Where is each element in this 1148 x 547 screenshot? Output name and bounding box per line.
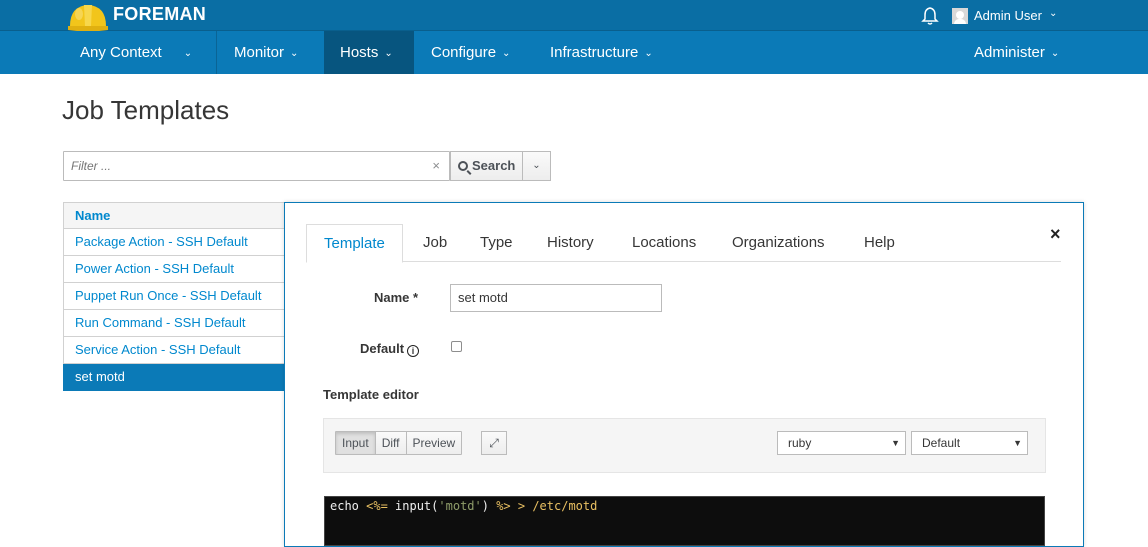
nav-divider (216, 31, 217, 74)
search-filter: × (63, 151, 450, 181)
info-icon[interactable]: i (407, 345, 420, 357)
table-row[interactable]: Power Action - SSH Default (63, 256, 285, 283)
nav-any-context-label: Any Context (80, 44, 162, 61)
syntax-mode-value: ruby (788, 436, 812, 450)
chevron-down-icon: ⌄ (183, 48, 193, 59)
user-avatar[interactable] (952, 8, 968, 24)
nav-configure-label: Configure (431, 44, 497, 61)
tab-organizations[interactable]: Organizations (715, 224, 842, 262)
table-row[interactable]: Puppet Run Once - SSH Default (63, 283, 285, 310)
brand-name[interactable]: FOREMAN (113, 4, 206, 25)
code-erb-close-tag: %> (496, 499, 511, 513)
fullscreen-expand-icon[interactable]: ⤢ (481, 431, 507, 455)
dropdown-arrow-icon: ▼ (891, 438, 900, 448)
foreman-helmet-logo-icon[interactable] (66, 0, 110, 34)
nav-administer[interactable]: Administer ⌄ (974, 31, 1059, 74)
name-label: Name * (374, 290, 419, 305)
chevron-down-icon: ⌄ (290, 48, 299, 59)
template-editor-label: Template editor (323, 387, 419, 402)
nav-any-context[interactable]: Any Context ⌄ (80, 31, 192, 74)
table-row-selected[interactable]: set motd (63, 364, 285, 391)
search-input[interactable] (64, 152, 404, 180)
main-nav: Any Context ⌄ Monitor ⌄ Hosts ⌄ Configure ⌄ … (0, 31, 1148, 74)
nav-monitor-label: Monitor (234, 44, 285, 61)
column-header-name[interactable]: Name (63, 202, 285, 229)
tab-history[interactable]: History (530, 224, 611, 262)
search-button-label: Search (472, 158, 516, 173)
editor-theme-value: Default (922, 436, 961, 450)
editor-tabs: Template Job Type History Locations Orga… (306, 224, 1061, 263)
template-name-input[interactable]: set motd (450, 284, 662, 312)
table-row[interactable]: Service Action - SSH Default (63, 337, 285, 364)
tab-job[interactable]: Job (406, 224, 464, 262)
nav-infrastructure[interactable]: Infrastructure ⌄ (550, 31, 653, 74)
page-title: Job Templates (62, 95, 230, 125)
tab-template[interactable]: Template (306, 224, 403, 263)
preview-mode-button[interactable]: Preview (406, 432, 462, 454)
code-text: input( (387, 499, 439, 513)
nav-administer-label: Administer (974, 44, 1045, 61)
chevron-down-icon: ⌄ (1050, 48, 1060, 59)
dropdown-arrow-icon: ▼ (1013, 438, 1022, 448)
search-icon (458, 161, 468, 171)
nav-infrastructure-label: Infrastructure (550, 44, 639, 61)
default-checkbox[interactable] (451, 341, 462, 352)
code-erb-open-tag: <%= (366, 499, 388, 513)
code-editor[interactable]: echo <%= input('motd') %> > /etc/motd (324, 496, 1045, 546)
table-row[interactable]: Package Action - SSH Default (63, 229, 285, 256)
default-label-text: Default (360, 341, 405, 356)
default-label: Default i (360, 341, 420, 357)
user-menu-name[interactable]: Admin User (974, 8, 1042, 23)
nav-configure[interactable]: Configure ⌄ (431, 31, 510, 74)
code-text: ) (481, 499, 497, 513)
search-bookmarks-dropdown[interactable]: ⌄ (522, 151, 551, 181)
chevron-down-icon: ⌄ (532, 160, 541, 171)
user-menu-chevron-down-icon[interactable]: ⌄ (1049, 8, 1057, 19)
editor-mode-buttons: Input Diff Preview (335, 431, 463, 455)
input-mode-button[interactable]: Input (336, 432, 376, 454)
code-text: > /etc/motd (510, 499, 598, 513)
code-text: echo (330, 499, 367, 513)
code-string: 'motd' (438, 499, 482, 513)
tab-type[interactable]: Type (463, 224, 530, 262)
chevron-down-icon: ⌄ (384, 48, 393, 59)
editor-theme-select[interactable]: Default ▼ (911, 431, 1028, 455)
tab-help[interactable]: Help (847, 224, 912, 262)
diff-mode-button[interactable]: Diff (375, 432, 407, 454)
table-row[interactable]: Run Command - SSH Default (63, 310, 285, 337)
notifications-bell-icon[interactable] (920, 6, 940, 26)
search-button[interactable]: Search (450, 151, 523, 181)
clear-search-icon[interactable]: × (432, 158, 440, 173)
chevron-down-icon: ⌄ (644, 48, 653, 59)
chevron-down-icon: ⌄ (502, 48, 511, 59)
nav-hosts-label: Hosts (340, 44, 379, 61)
tab-locations[interactable]: Locations (615, 224, 713, 262)
nav-hosts[interactable]: Hosts ⌄ (324, 31, 414, 74)
top-header: FOREMAN Admin User ⌄ (0, 0, 1148, 34)
template-list: Name Package Action - SSH Default Power … (63, 202, 285, 391)
nav-monitor[interactable]: Monitor ⌄ (234, 31, 298, 74)
syntax-mode-select[interactable]: ruby ▼ (777, 431, 906, 455)
